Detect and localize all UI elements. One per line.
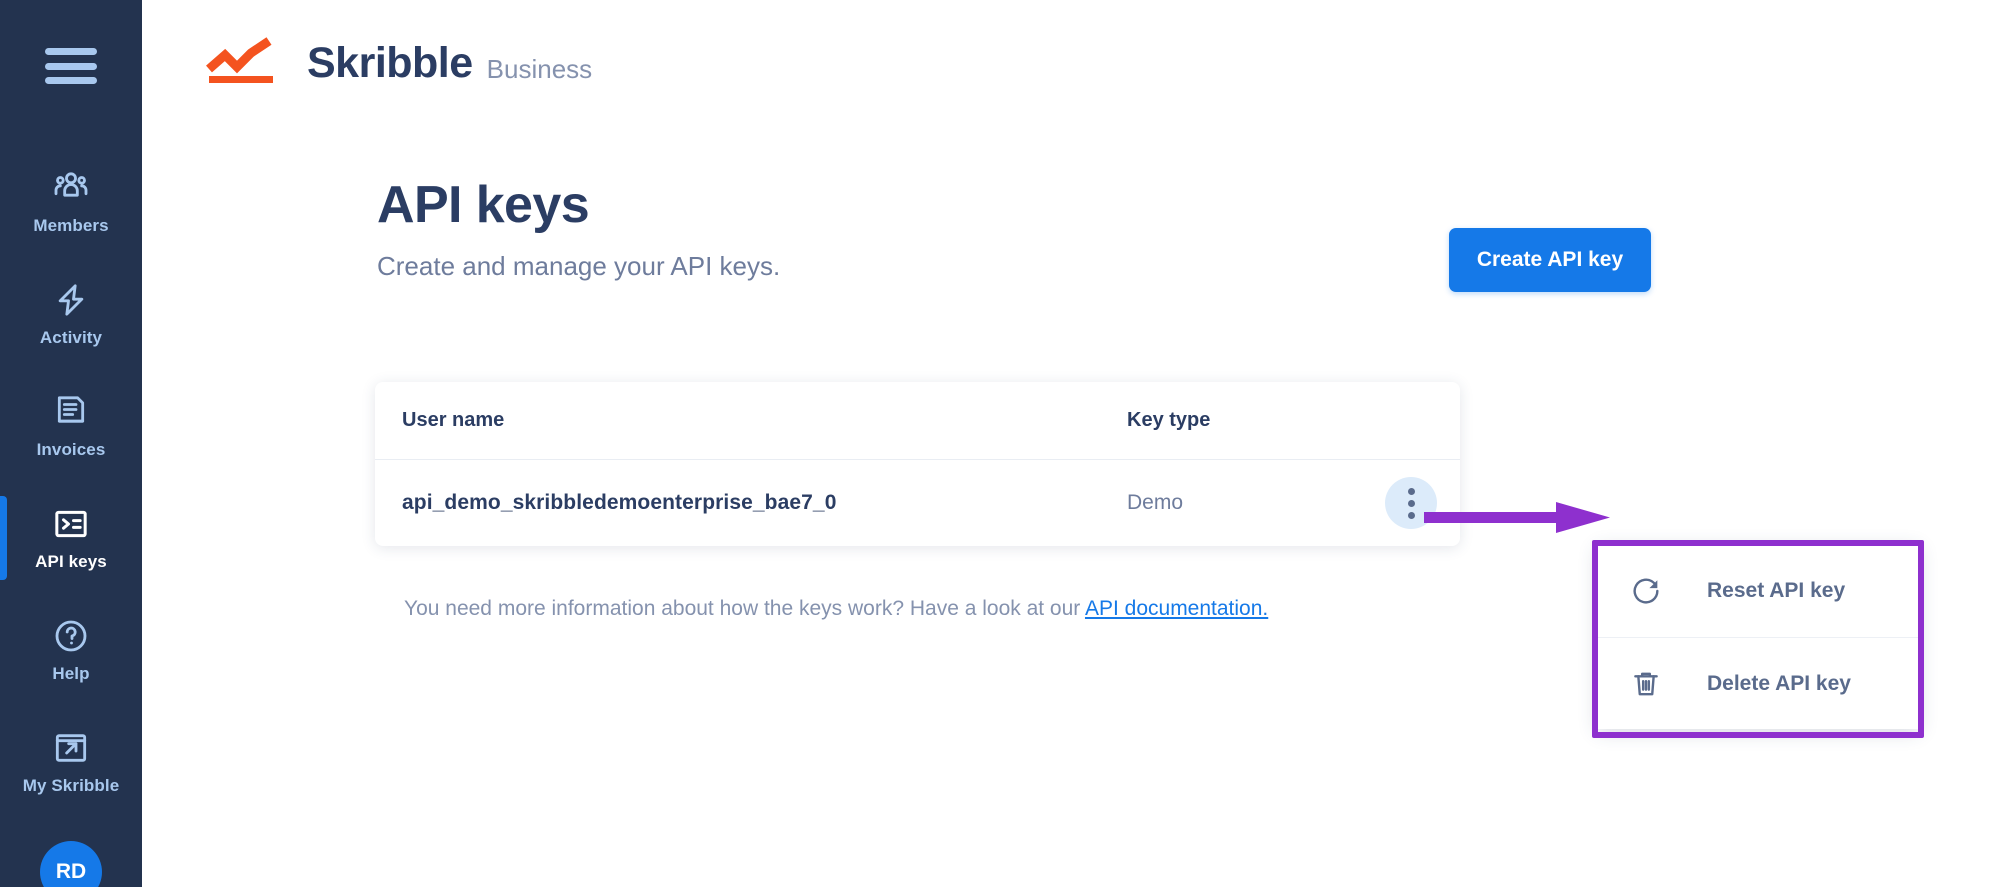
- api-key-actions-dropdown: Reset API key Delete API key: [1597, 545, 1919, 729]
- sidebar-item-label: API keys: [35, 552, 107, 571]
- kebab-dot: [1407, 511, 1415, 519]
- hamburger-bar: [45, 62, 97, 70]
- sidebar-item-label: My Skribble: [22, 776, 120, 795]
- avatar[interactable]: RD: [40, 841, 102, 887]
- kebab-dot: [1407, 499, 1415, 507]
- sidebar-item-help[interactable]: Help: [0, 594, 142, 706]
- lightning-icon: [51, 280, 91, 320]
- kebab-menu-icon[interactable]: [1385, 477, 1437, 529]
- footer-note-text: You need more information about how the …: [404, 597, 1085, 620]
- sidebar-item-label: Invoices: [36, 440, 106, 459]
- cell-key-type: Demo: [1127, 491, 1184, 514]
- menu-item-delete-api-key[interactable]: Delete API key: [1597, 637, 1919, 729]
- sidebar-item-label: Activity: [39, 328, 103, 347]
- column-header-key-type: Key type: [1127, 409, 1211, 431]
- footer-note: You need more information about how the …: [404, 597, 1268, 621]
- column-header-user-name: User name: [402, 409, 505, 431]
- menu-item-label: Reset API key: [1707, 579, 1846, 602]
- external-link-icon: [51, 728, 91, 768]
- trash-icon: [1629, 667, 1663, 701]
- skribble-chart-mark-icon: [205, 37, 293, 85]
- avatar-initials: RD: [55, 860, 87, 883]
- members-icon: [51, 168, 91, 208]
- sidebar-item-my-skribble[interactable]: My Skribble: [0, 706, 142, 818]
- api-keys-table: User name Key type api_demo_skribbledemo…: [375, 382, 1460, 546]
- question-icon: [51, 616, 91, 656]
- sidebar: Members Activity Invoices API keys Help …: [0, 0, 142, 887]
- sidebar-item-api-keys[interactable]: API keys: [0, 482, 142, 594]
- cell-user-name: api_demo_skribbledemoenterprise_bae7_0: [402, 491, 837, 514]
- document-icon: [51, 392, 91, 432]
- menu-item-label: Delete API key: [1707, 671, 1851, 695]
- sidebar-item-label: Members: [33, 216, 109, 235]
- sidebar-nav: Members Activity Invoices API keys Help …: [0, 146, 142, 818]
- brand-suffix: Business: [486, 54, 593, 84]
- table-header-row: User name Key type: [375, 382, 1460, 460]
- main-content: Skribble Business API keys Create and ma…: [142, 0, 2000, 887]
- page-header: API keys Create and manage your API keys…: [377, 178, 780, 282]
- sidebar-item-members[interactable]: Members: [0, 146, 142, 258]
- hamburger-bar: [45, 48, 97, 55]
- brand-logo: Skribble Business: [205, 37, 592, 85]
- api-documentation-link[interactable]: API documentation.: [1085, 597, 1268, 620]
- menu-item-reset-api-key[interactable]: Reset API key: [1597, 545, 1919, 637]
- sidebar-item-label: Help: [52, 664, 90, 683]
- hamburger-bar: [45, 77, 97, 84]
- app-root: Members Activity Invoices API keys Help …: [0, 0, 2000, 887]
- terminal-icon: [51, 504, 91, 544]
- create-api-key-button[interactable]: Create API key: [1449, 228, 1651, 292]
- sidebar-item-invoices[interactable]: Invoices: [0, 370, 142, 482]
- kebab-dot: [1407, 487, 1415, 495]
- table-row: api_demo_skribbledemoenterprise_bae7_0 D…: [375, 460, 1460, 546]
- page-subtitle: Create and manage your API keys.: [377, 250, 781, 281]
- page-title: API keys: [377, 176, 590, 234]
- hamburger-icon[interactable]: [45, 48, 97, 84]
- sidebar-item-activity[interactable]: Activity: [0, 258, 142, 370]
- brand-name: Skribble: [307, 39, 473, 87]
- refresh-icon: [1629, 574, 1663, 608]
- cell-actions: [1357, 477, 1437, 529]
